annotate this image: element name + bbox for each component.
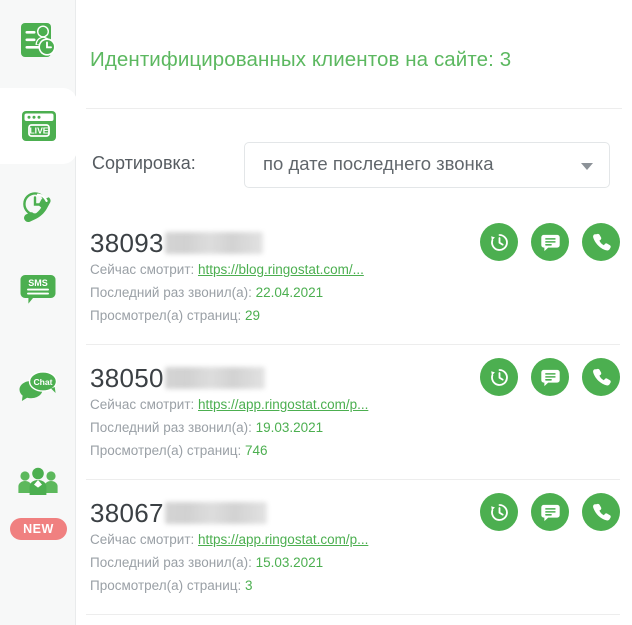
client-row[interactable]: 38093 Сейчас смотрит: https://blog.ringo… — [76, 210, 632, 345]
client-last-call-date: 22.04.2021 — [255, 285, 324, 300]
client-phone-prefix: 38067 — [90, 498, 164, 528]
sidebar: LIVE SMS Chat NEW — [0, 0, 77, 625]
call-icon — [590, 231, 613, 254]
header-divider — [86, 108, 622, 109]
history-button[interactable] — [480, 358, 518, 396]
client-list: 38093 Сейчас смотрит: https://blog.ringo… — [76, 210, 632, 615]
sidebar-item-call-log[interactable] — [0, 170, 76, 246]
sort-row: Сортировка: по дате последнего звонка — [76, 142, 632, 190]
history-button[interactable] — [480, 223, 518, 261]
call-button[interactable] — [582, 223, 620, 261]
chat-bubbles-icon: Chat — [15, 363, 61, 409]
sidebar-item-live-visitors[interactable]: LIVE — [0, 88, 77, 164]
last-call-label: Последний раз звонил(а): — [90, 285, 256, 300]
call-icon — [590, 501, 613, 524]
client-actions — [480, 358, 620, 396]
now-viewing-label: Сейчас смотрит: — [90, 397, 198, 412]
people-group-icon — [15, 463, 61, 509]
client-last-call: Последний раз звонил(а): 19.03.2021 — [90, 421, 323, 435]
pages-viewed-label: Просмотрел(а) страниц: — [90, 578, 246, 593]
client-actions — [480, 223, 620, 261]
chat-icon — [539, 501, 562, 524]
client-last-call: Последний раз звонил(а): 15.03.2021 — [90, 556, 323, 570]
client-phone-redacted — [164, 367, 265, 389]
sidebar-item-sms[interactable]: SMS — [0, 250, 76, 326]
client-pages-count: 746 — [245, 443, 268, 458]
last-call-label: Последний раз звонил(а): — [90, 555, 256, 570]
call-button[interactable] — [582, 493, 620, 531]
svg-text:SMS: SMS — [28, 278, 48, 288]
client-phone-prefix: 38050 — [90, 363, 164, 393]
client-pages-count: 3 — [245, 578, 253, 593]
sidebar-item-chat[interactable]: Chat — [0, 348, 76, 424]
client-last-call: Последний раз звонил(а): 22.04.2021 — [90, 286, 323, 300]
client-phone: 38093 — [90, 227, 263, 259]
client-phone: 38050 — [90, 362, 265, 394]
sort-label: Сортировка: — [92, 153, 196, 173]
client-phone-redacted — [164, 502, 267, 524]
client-url-link[interactable]: https://app.ringostat.com/p... — [198, 532, 368, 547]
client-row[interactable]: 38050 Сейчас смотрит: https://app.ringos… — [76, 345, 632, 480]
client-pages-count: 29 — [245, 308, 261, 323]
now-viewing-label: Сейчас смотрит: — [90, 532, 198, 547]
history-button[interactable] — [480, 493, 518, 531]
now-viewing-label: Сейчас смотрит: — [90, 262, 198, 277]
sms-bubble-icon: SMS — [15, 265, 61, 311]
new-badge: NEW — [10, 518, 67, 540]
client-pages-viewed: Просмотрел(а) страниц: 29 — [90, 309, 260, 323]
chat-button[interactable] — [531, 223, 569, 261]
phone-clock-icon — [15, 185, 61, 231]
client-last-call-date: 19.03.2021 — [255, 420, 324, 435]
contact-card-clock-icon — [15, 17, 61, 63]
sort-select[interactable]: по дате последнего звонка — [244, 142, 610, 188]
sidebar-item-team[interactable]: NEW — [0, 448, 76, 540]
ringostat-live-panel: LIVE SMS Chat NEW Идентифицированных кли… — [0, 0, 632, 625]
call-icon — [590, 366, 613, 389]
last-call-label: Последний раз звонил(а): — [90, 420, 256, 435]
client-url-link[interactable]: https://blog.ringostat.com/... — [198, 262, 364, 277]
main-panel: Идентифицированных клиентов на сайте: 3 … — [76, 0, 632, 625]
sidebar-item-clients-log[interactable] — [0, 2, 76, 78]
chat-icon — [539, 231, 562, 254]
client-current-page: Сейчас смотрит: https://app.ringostat.co… — [90, 398, 368, 412]
client-current-page: Сейчас смотрит: https://blog.ringostat.c… — [90, 263, 364, 277]
client-phone-prefix: 38093 — [90, 228, 164, 258]
pages-viewed-label: Просмотрел(а) страниц: — [90, 443, 246, 458]
pages-viewed-label: Просмотрел(а) страниц: — [90, 308, 246, 323]
call-button[interactable] — [582, 358, 620, 396]
history-icon — [488, 366, 511, 389]
history-icon — [488, 231, 511, 254]
page-title: Идентифицированных клиентов на сайте: 3 — [90, 48, 512, 71]
client-phone-redacted — [164, 232, 263, 254]
chat-button[interactable] — [531, 358, 569, 396]
chevron-down-icon — [581, 163, 593, 170]
chat-button[interactable] — [531, 493, 569, 531]
client-last-call-date: 15.03.2021 — [255, 555, 324, 570]
client-row[interactable]: 38067 Сейчас смотрит: https://app.ringos… — [76, 480, 632, 615]
client-current-page: Сейчас смотрит: https://app.ringostat.co… — [90, 533, 368, 547]
client-pages-viewed: Просмотрел(а) страниц: 746 — [90, 444, 268, 458]
chat-icon — [539, 366, 562, 389]
history-icon — [488, 501, 511, 524]
row-divider — [86, 614, 620, 615]
client-pages-viewed: Просмотрел(а) страниц: 3 — [90, 579, 253, 593]
svg-text:LIVE: LIVE — [29, 126, 48, 136]
client-url-link[interactable]: https://app.ringostat.com/p... — [198, 397, 368, 412]
browser-live-icon: LIVE — [16, 103, 62, 149]
svg-text:Chat: Chat — [33, 377, 52, 387]
client-phone: 38067 — [90, 497, 267, 529]
sort-selected-value: по дате последнего звонка — [263, 153, 494, 174]
client-actions — [480, 493, 620, 531]
